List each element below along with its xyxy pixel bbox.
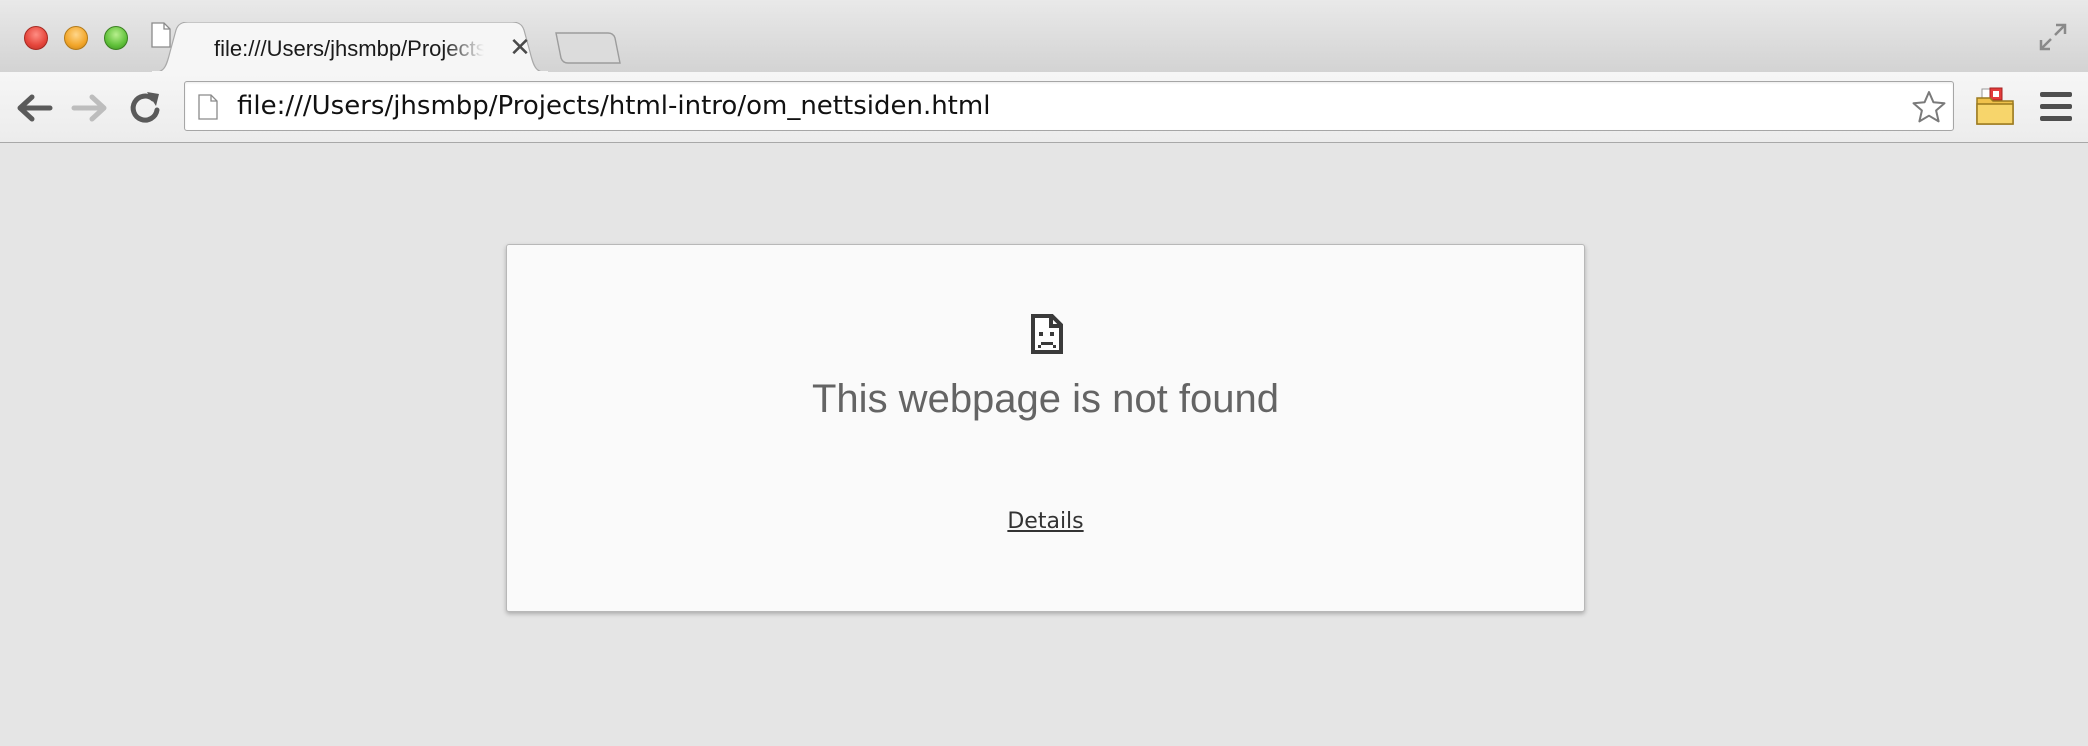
back-arrow-icon[interactable] bbox=[14, 88, 54, 128]
address-input[interactable] bbox=[237, 89, 1857, 123]
details-link-container: Details bbox=[507, 507, 1584, 537]
tab-close-icon[interactable]: ✕ bbox=[508, 34, 532, 60]
folder-extension-icon[interactable] bbox=[1974, 86, 2016, 128]
new-tab-button[interactable] bbox=[550, 30, 622, 66]
forward-arrow-icon[interactable] bbox=[70, 88, 110, 128]
page-content: This webpage is not found Details bbox=[0, 143, 2088, 746]
hamburger-menu-icon[interactable] bbox=[2040, 92, 2072, 122]
reload-icon[interactable] bbox=[126, 88, 166, 128]
window-close-button[interactable] bbox=[24, 26, 48, 50]
error-card: This webpage is not found Details bbox=[506, 244, 1585, 612]
error-title: This webpage is not found bbox=[812, 377, 1279, 421]
page-icon bbox=[198, 94, 218, 120]
toolbar bbox=[0, 72, 2088, 143]
window-minimize-button[interactable] bbox=[64, 26, 88, 50]
browser-window: file:///Users/jhsmbp/Projects/html-intro… bbox=[0, 0, 2088, 746]
address-bar[interactable] bbox=[184, 81, 1954, 131]
page-icon bbox=[151, 22, 171, 48]
bookmark-star-icon[interactable] bbox=[1911, 89, 1947, 125]
tab-active[interactable]: file:///Users/jhsmbp/Projects/html-intro… bbox=[150, 22, 550, 73]
window-zoom-button[interactable] bbox=[104, 26, 128, 50]
fullscreen-icon[interactable] bbox=[2038, 22, 2068, 52]
tab-title: file:///Users/jhsmbp/Projects/html-intro… bbox=[214, 36, 484, 61]
tab-strip: file:///Users/jhsmbp/Projects/html-intro… bbox=[0, 0, 2088, 73]
details-link[interactable]: Details bbox=[1007, 509, 1083, 534]
sad-page-icon bbox=[1031, 314, 1063, 354]
